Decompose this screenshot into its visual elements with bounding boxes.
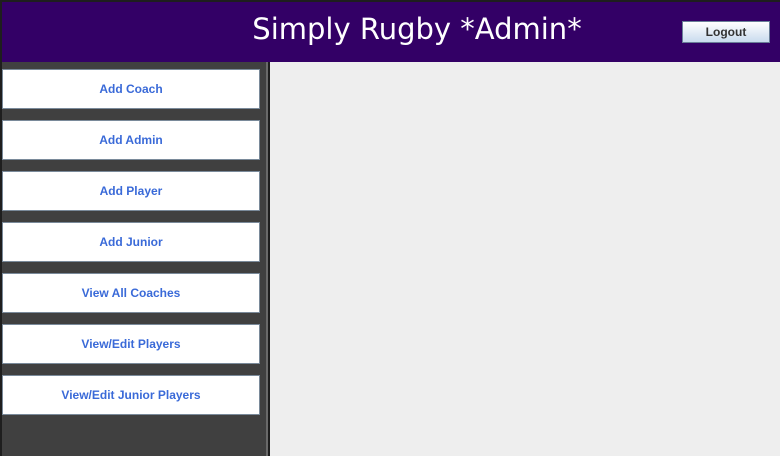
logout-button[interactable]: Logout (682, 21, 770, 43)
sidebar-button-view-edit-junior-players[interactable]: View/Edit Junior Players (2, 375, 260, 415)
app-header: Simply Rugby *Admin* Logout (2, 2, 780, 62)
sidebar-button-add-junior[interactable]: Add Junior (2, 222, 260, 262)
content-panel (270, 62, 780, 456)
sidebar-button-add-admin[interactable]: Add Admin (2, 120, 260, 160)
sidebar-button-add-coach[interactable]: Add Coach (2, 69, 260, 109)
sidebar-button-view-all-coaches[interactable]: View All Coaches (2, 273, 260, 313)
sidebar-button-add-player[interactable]: Add Player (2, 171, 260, 211)
sidebar: Add Coach Add Admin Add Player Add Junior Vi… (2, 62, 268, 456)
sidebar-button-view-edit-players[interactable]: View/Edit Players (2, 324, 260, 364)
page-title: Simply Rugby *Admin* (252, 12, 582, 46)
